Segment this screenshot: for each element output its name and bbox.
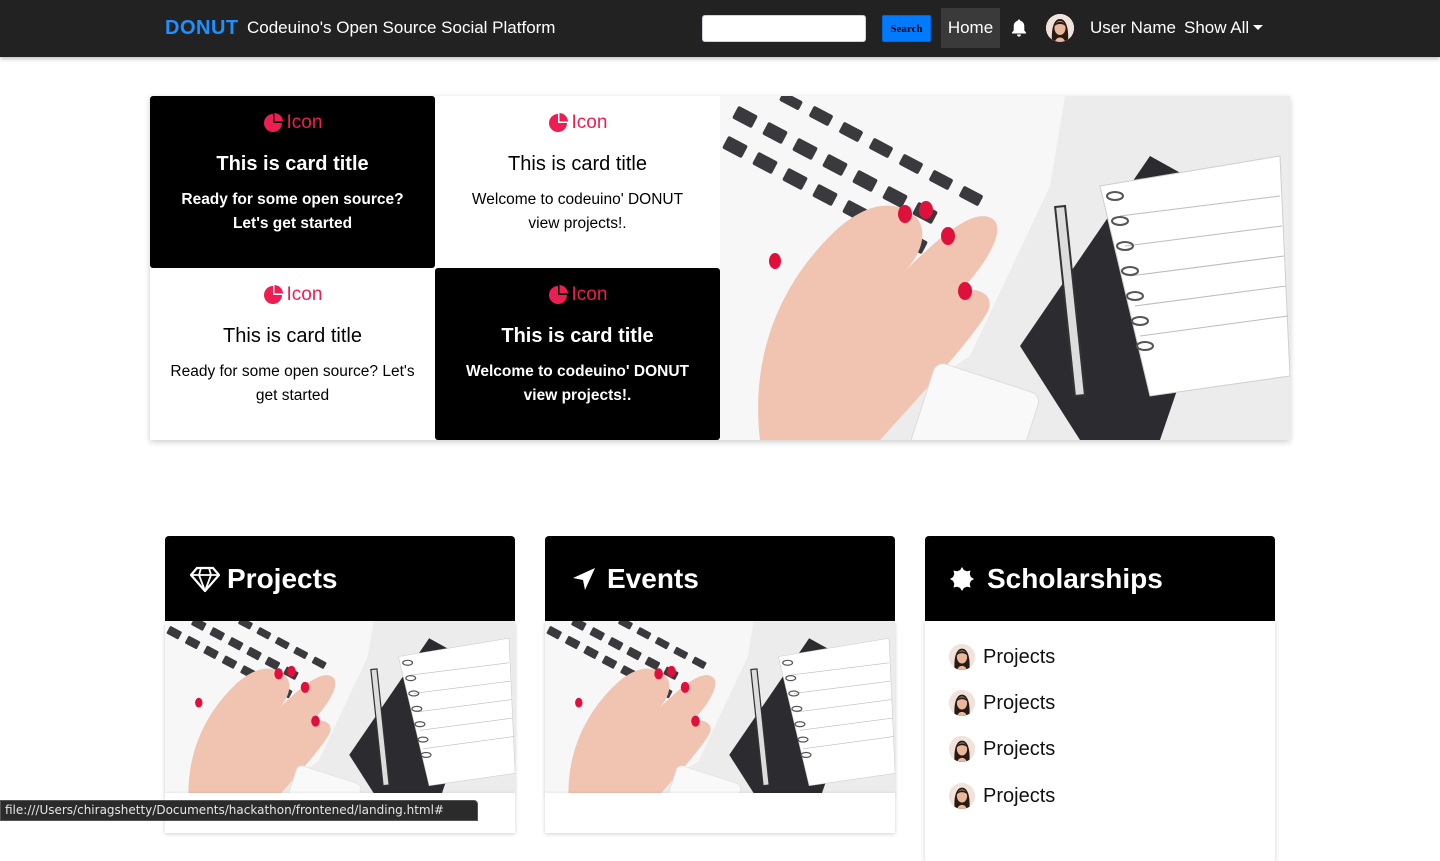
card-icon-label: Icon [571, 112, 608, 133]
brand-logo[interactable]: DONUT [165, 17, 239, 40]
events-header[interactable]: Events [545, 536, 895, 621]
show-all-dropdown[interactable]: Show All [1184, 18, 1264, 38]
search-input[interactable] [702, 15, 866, 42]
card-icon-row: Icon [435, 112, 720, 134]
list-item-label: Projects [983, 784, 1056, 807]
card-icon-label: Icon [286, 284, 323, 305]
card-icon-row: Icon [150, 112, 435, 134]
card-icon-row: Icon [435, 284, 720, 306]
card-text: Ready for some open source? Let's get st… [170, 363, 415, 404]
user-name-link[interactable]: User Name [1090, 18, 1176, 38]
scholarships-panel: Scholarships Projects Projects Projects … [925, 536, 1275, 861]
projects-panel: Projects [165, 536, 515, 793]
card-text: Welcome to codeuino' DONUT view projects… [471, 191, 684, 232]
avatar [949, 644, 975, 670]
events-image [545, 621, 895, 793]
diamond-icon [189, 566, 221, 592]
certificate-icon [950, 566, 974, 591]
list-item-label: Projects [983, 737, 1056, 760]
show-all-label: Show All [1184, 18, 1250, 37]
card-icon-label: Icon [571, 284, 608, 305]
feature-card-grid: Icon This is card title Ready for some o… [150, 96, 1290, 440]
top-navbar: DONUT Codeuino's Open Source Social Plat… [0, 0, 1440, 57]
projects-header[interactable]: Projects [165, 536, 515, 621]
pie-chart-icon [263, 285, 283, 305]
card-title: This is card title [216, 153, 369, 175]
avatar [949, 690, 975, 716]
bell-icon[interactable] [1011, 19, 1027, 37]
location-arrow-icon [573, 567, 595, 590]
scholarships-list: Projects Projects Projects Projects [925, 621, 1275, 861]
browser-status-bar: file:///Users/chiragshetty/Documents/hac… [0, 800, 478, 821]
card-icon-label: Icon [286, 112, 323, 133]
site-tagline: Codeuino's Open Source Social Platform [247, 18, 556, 37]
feature-card: Icon This is card title Ready for some o… [150, 268, 435, 440]
search-button[interactable]: Search [882, 15, 931, 42]
card-title: This is card title [501, 325, 654, 347]
feature-card: Icon This is card title Ready for some o… [150, 96, 435, 268]
events-panel: Events [545, 536, 895, 793]
list-item[interactable]: Projects [949, 734, 1055, 764]
pie-chart-icon [548, 285, 568, 305]
projects-image [165, 621, 515, 793]
events-title: Events [607, 562, 699, 594]
feature-card: Icon This is card title Welcome to codeu… [435, 96, 720, 268]
hero-workspace-image [720, 96, 1290, 440]
list-item[interactable]: Projects [949, 688, 1055, 718]
list-item-label: Projects [983, 645, 1056, 668]
caret-down-icon [1253, 24, 1264, 30]
avatar [949, 783, 975, 809]
events-card-body [545, 793, 895, 833]
avatar [949, 736, 975, 762]
list-item[interactable]: Projects [949, 642, 1055, 672]
avatar[interactable] [1046, 14, 1074, 42]
projects-title: Projects [227, 562, 338, 594]
list-item-label: Projects [983, 691, 1056, 714]
list-item[interactable]: Projects [949, 781, 1055, 811]
card-text: Welcome to codeuino' DONUT view projects… [466, 363, 689, 404]
pie-chart-icon [548, 113, 568, 133]
feature-card: Icon This is card title Welcome to codeu… [435, 268, 720, 440]
card-text: Ready for some open source? Let's get st… [181, 191, 404, 232]
card-icon-row: Icon [150, 284, 435, 306]
scholarships-header[interactable]: Scholarships [925, 536, 1275, 621]
nav-home-link[interactable]: Home [941, 8, 1000, 48]
card-title: This is card title [223, 325, 362, 347]
scholarships-title: Scholarships [987, 562, 1163, 594]
pie-chart-icon [263, 113, 283, 133]
card-title: This is card title [508, 153, 647, 175]
